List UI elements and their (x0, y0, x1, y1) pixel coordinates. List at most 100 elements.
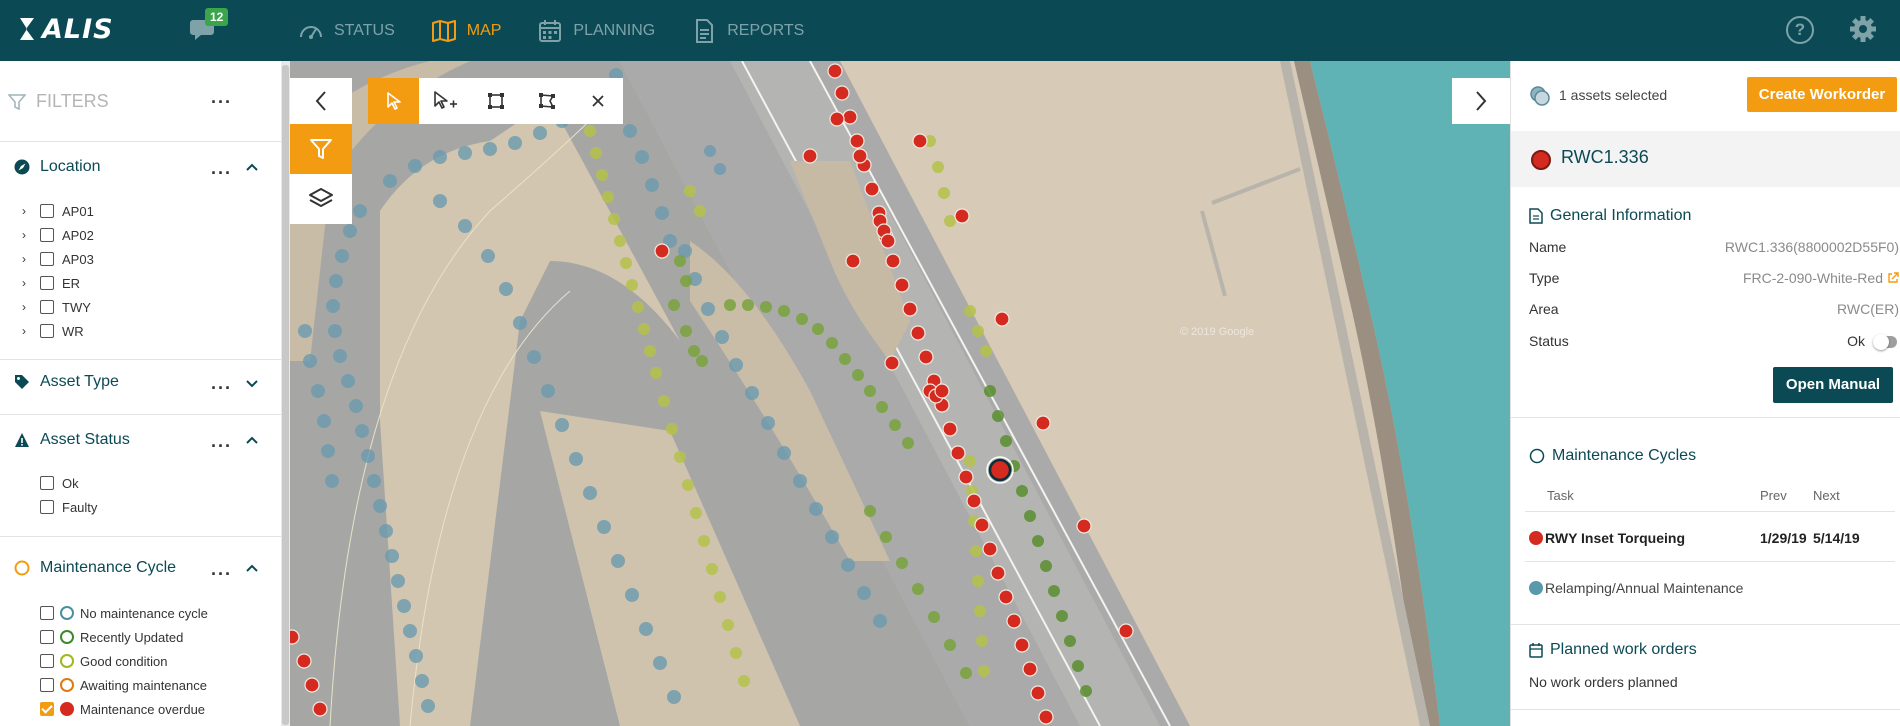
expand-caret-icon[interactable]: › (22, 252, 32, 266)
task-row[interactable]: RWY Inset Torqueing 1/29/19 5/14/19 (1511, 521, 1900, 557)
create-workorder-button[interactable]: Create Workorder (1747, 77, 1897, 112)
nav-reports[interactable]: REPORTS (691, 18, 805, 43)
cycle-icon (1529, 448, 1545, 464)
collapse-right-button[interactable] (1452, 78, 1510, 124)
asset-type-more-icon[interactable]: ··· (211, 379, 232, 397)
logo-mark-icon (20, 18, 34, 40)
checkbox[interactable] (40, 324, 54, 338)
mc-label: Recently Updated (80, 629, 184, 645)
box-select-tool-button[interactable] (470, 78, 521, 124)
mc-item-awaiting[interactable]: Awaiting maintenance (40, 676, 207, 694)
location-label: WR (62, 323, 84, 339)
maintenance-cycle-more-icon[interactable]: ··· (211, 565, 232, 583)
open-manual-button[interactable]: Open Manual (1773, 367, 1893, 403)
polygon-select-icon (538, 93, 555, 109)
filters-scrollbar[interactable] (281, 61, 290, 726)
location-item-ap01[interactable]: › AP01 (22, 202, 94, 220)
chevron-up-icon[interactable] (245, 563, 259, 573)
status-item-ok[interactable]: Ok (40, 474, 79, 492)
mc-item-recently-updated[interactable]: Recently Updated (40, 628, 183, 646)
collapse-left-button[interactable] (290, 78, 352, 124)
nav-reports-label: REPORTS (727, 21, 805, 39)
location-more-icon[interactable]: ··· (211, 164, 232, 182)
chevron-up-icon[interactable] (245, 435, 259, 445)
divider (1511, 709, 1900, 710)
chevron-down-icon[interactable] (245, 379, 259, 389)
external-link-icon[interactable] (1887, 272, 1899, 284)
checkbox[interactable] (40, 654, 54, 668)
checkbox[interactable] (40, 276, 54, 290)
map-view[interactable]: © 2019 Google (290, 61, 1510, 726)
checkbox[interactable] (40, 228, 54, 242)
checkbox[interactable] (40, 300, 54, 314)
location-section-header[interactable]: Location (14, 158, 101, 176)
status-label: Ok (62, 475, 79, 491)
checkbox[interactable] (40, 204, 54, 218)
warning-icon (15, 433, 29, 447)
checkbox[interactable] (40, 500, 54, 514)
checkbox[interactable] (40, 252, 54, 266)
asset-type-title: Asset Type (40, 373, 119, 390)
expand-caret-icon[interactable]: › (22, 300, 32, 314)
nav-map-label: MAP (466, 21, 502, 39)
checkbox[interactable] (40, 476, 54, 490)
scrollbar-thumb[interactable] (282, 65, 289, 725)
location-item-wr[interactable]: › WR (22, 322, 84, 340)
status-item-faulty[interactable]: Faulty (40, 498, 97, 516)
filters-header: FILTERS (8, 91, 109, 112)
location-item-ap02[interactable]: › AP02 (22, 226, 94, 244)
asset-type-section-header[interactable]: Asset Type (14, 373, 119, 391)
chevron-up-icon[interactable] (245, 162, 259, 172)
checkbox-checked[interactable] (40, 702, 54, 716)
checkbox[interactable] (40, 630, 54, 644)
alis-logo[interactable]: ALIS (16, 14, 114, 45)
nav-status[interactable]: STATUS (298, 19, 395, 43)
maintenance-cycle-section-header[interactable]: Maintenance Cycle (14, 559, 176, 577)
task-column-header: Task (1547, 488, 1574, 503)
checkbox[interactable] (40, 606, 54, 620)
asset-status-section-header[interactable]: Asset Status (14, 431, 130, 449)
filters-more-icon[interactable]: ··· (211, 93, 232, 111)
expand-caret-icon[interactable]: › (22, 204, 32, 218)
mc-item-no-cycle[interactable]: No maintenance cycle (40, 604, 208, 622)
mc-item-overdue[interactable]: Maintenance overdue (40, 700, 205, 718)
task-row[interactable]: Relamping/Annual Maintenance (1511, 571, 1900, 607)
filter-toggle-button[interactable] (290, 124, 352, 174)
general-info-header: General Information (1529, 207, 1691, 225)
expand-caret-icon[interactable]: › (22, 324, 32, 338)
filters-title: FILTERS (36, 91, 109, 111)
location-item-er[interactable]: › ER (22, 274, 80, 292)
divider (1525, 511, 1895, 512)
select-tool-button[interactable] (368, 78, 419, 124)
asset-status-more-icon[interactable]: ··· (211, 437, 232, 455)
maintenance-cycles-title: Maintenance Cycles (1552, 447, 1697, 464)
pointer-plus-icon (433, 91, 457, 109)
layers-button[interactable] (290, 174, 352, 224)
asset-details-panel: 1 assets selected Create Workorder RWC1.… (1510, 61, 1900, 726)
info-value: RWC(ER) (1837, 301, 1899, 317)
next-column-header: Next (1813, 488, 1840, 503)
expand-caret-icon[interactable]: › (22, 228, 32, 242)
expand-caret-icon[interactable]: › (22, 276, 32, 290)
info-row-type: Type FRC-2-090-White-Red (1529, 270, 1899, 288)
clear-selection-button[interactable] (572, 78, 623, 124)
nav-map[interactable]: MAP (431, 19, 502, 43)
status-label: Faulty (62, 499, 98, 515)
divider (1511, 417, 1900, 418)
prev-column-header: Prev (1760, 488, 1787, 503)
gauge-icon (300, 25, 322, 39)
polygon-select-tool-button[interactable] (521, 78, 572, 124)
satellite-map[interactable] (290, 61, 1510, 726)
info-key: Name (1529, 239, 1567, 255)
status-toggle[interactable] (1873, 334, 1897, 350)
mc-item-good-condition[interactable]: Good condition (40, 652, 167, 670)
nav-planning[interactable]: PLANNING (537, 19, 655, 43)
location-label: AP03 (62, 251, 94, 267)
add-select-tool-button[interactable] (419, 78, 470, 124)
location-item-ap03[interactable]: › AP03 (22, 250, 94, 268)
help-icon[interactable]: ? (1786, 16, 1814, 44)
gear-icon[interactable] (1848, 14, 1878, 44)
location-item-twy[interactable]: › TWY (22, 298, 91, 316)
checkbox[interactable] (40, 678, 54, 692)
rectangle-select-icon (487, 93, 504, 109)
